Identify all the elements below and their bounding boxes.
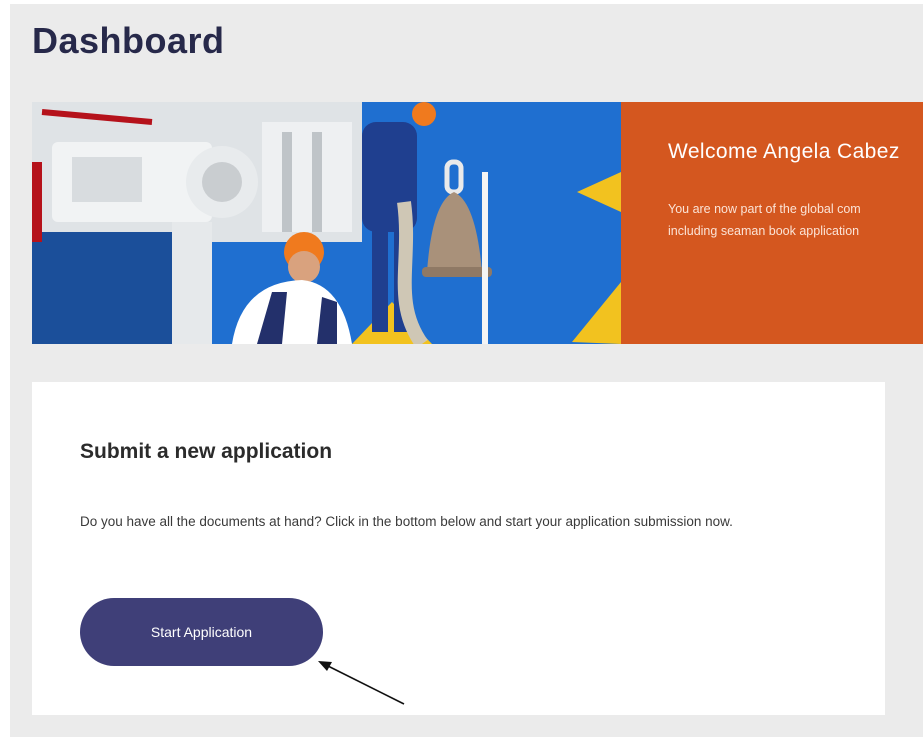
page-title: Dashboard bbox=[32, 20, 225, 61]
card-title: Submit a new application bbox=[80, 440, 333, 463]
welcome-text-line-1: You are now part of the global com bbox=[668, 202, 861, 216]
welcome-text: You are now part of the global com inclu… bbox=[668, 198, 923, 242]
start-application-button[interactable]: Start Application bbox=[80, 598, 323, 666]
card-description: Do you have all the documents at hand? C… bbox=[80, 514, 733, 529]
welcome-title: Welcome Angela Cabez bbox=[668, 140, 900, 163]
welcome-text-line-2: including seaman book application bbox=[668, 224, 860, 238]
new-application-card: Submit a new application Do you have all… bbox=[32, 382, 885, 715]
hero-photo bbox=[32, 102, 621, 344]
hero-banner: Welcome Angela Cabez You are now part of… bbox=[32, 102, 923, 344]
welcome-panel: Welcome Angela Cabez You are now part of… bbox=[621, 102, 923, 344]
